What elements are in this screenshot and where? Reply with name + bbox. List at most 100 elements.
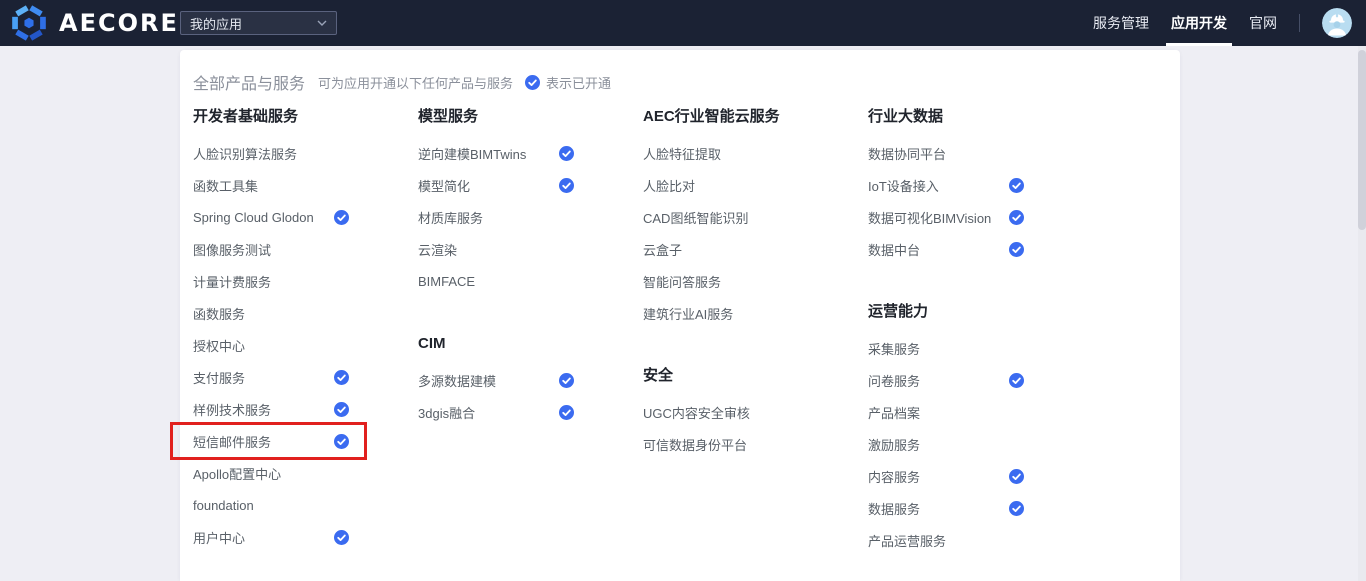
service-item-label: foundation — [193, 498, 254, 513]
service-item[interactable]: 支付服务 — [193, 361, 349, 393]
enabled-check-icon — [559, 178, 574, 193]
brand-logo[interactable]: AECORE — [10, 2, 179, 44]
service-item-label: 3dgis融合 — [418, 403, 475, 422]
enabled-check-icon — [1009, 210, 1024, 225]
service-item-label: 产品运营服务 — [868, 531, 946, 550]
service-item-label: 授权中心 — [193, 336, 245, 355]
service-item[interactable]: IoT设备接入 — [868, 169, 1024, 201]
service-column-3: AEC行业智能云服务人脸特征提取人脸比对CAD图纸智能识别云盒子智能问答服务建筑… — [643, 106, 868, 556]
user-avatar[interactable] — [1322, 8, 1352, 38]
service-item[interactable]: 采集服务 — [868, 332, 1024, 364]
products-panel: 全部产品与服务 可为应用开通以下任何产品与服务 表示已开通 开发者基础服务人脸识… — [180, 50, 1180, 581]
service-item[interactable]: 产品运营服务 — [868, 524, 1024, 556]
service-item[interactable]: foundation — [193, 489, 349, 521]
service-item-label: Spring Cloud Glodon — [193, 210, 314, 225]
service-item-label: 数据中台 — [868, 240, 920, 259]
service-item[interactable]: Apollo配置中心 — [193, 457, 349, 489]
service-column-4: 行业大数据数据协同平台 IoT设备接入数据可视化BIMVision 数据中台运营能力… — [868, 106, 1093, 556]
service-item-label: 问卷服务 — [868, 371, 920, 390]
service-item[interactable]: 内容服务 — [868, 460, 1024, 492]
service-item[interactable]: 图像服务测试 — [193, 233, 349, 265]
enabled-check-icon — [525, 75, 540, 90]
service-item-label: 用户中心 — [193, 528, 245, 547]
enabled-check-icon — [334, 434, 349, 449]
service-item[interactable]: 人脸识别算法服务 — [193, 137, 349, 169]
enabled-check-icon — [1009, 469, 1024, 484]
aecore-logo-icon — [10, 2, 48, 44]
enabled-check-icon — [1009, 501, 1024, 516]
service-columns: 开发者基础服务人脸识别算法服务函数工具集Spring Cloud Glodon图… — [193, 106, 1180, 556]
service-item-label: IoT设备接入 — [868, 176, 939, 195]
service-item[interactable]: 逆向建模BIMTwins — [418, 137, 574, 169]
service-item[interactable]: BIMFACE — [418, 265, 574, 297]
service-item-label: 人脸特征提取 — [643, 144, 721, 163]
service-item[interactable]: 人脸特征提取 — [643, 137, 799, 169]
service-item-label: 短信邮件服务 — [193, 432, 271, 451]
brand-name: AECORE — [59, 9, 179, 37]
service-item[interactable]: 短信邮件服务 — [193, 425, 349, 457]
service-item[interactable]: 智能问答服务 — [643, 265, 799, 297]
service-item[interactable]: 用户中心 — [193, 521, 349, 553]
service-item-label: 函数工具集 — [193, 176, 258, 195]
service-item[interactable]: 产品档案 — [868, 396, 1024, 428]
service-item[interactable]: 云盒子 — [643, 233, 799, 265]
service-column-1: 开发者基础服务人脸识别算法服务函数工具集Spring Cloud Glodon图… — [193, 106, 418, 556]
service-item-label: 计量计费服务 — [193, 272, 271, 291]
enabled-check-icon — [559, 405, 574, 420]
panel-title-row: 全部产品与服务 可为应用开通以下任何产品与服务 表示已开通 — [193, 70, 1180, 94]
nav-link-3[interactable]: 官网 — [1249, 0, 1277, 46]
service-item[interactable]: CAD图纸智能识别 — [643, 201, 799, 233]
service-item-label: 采集服务 — [868, 339, 920, 358]
service-item[interactable]: 激励服务 — [868, 428, 1024, 460]
service-item[interactable]: 函数服务 — [193, 297, 349, 329]
service-item[interactable]: 材质库服务 — [418, 201, 574, 233]
scrollbar-thumb[interactable] — [1358, 50, 1366, 230]
section-title: 模型服务 — [418, 106, 643, 127]
section-title: 行业大数据 — [868, 106, 1093, 127]
nav-link-2[interactable]: 应用开发 — [1171, 0, 1227, 46]
service-item[interactable]: 模型简化 — [418, 169, 574, 201]
service-item[interactable]: 数据服务 — [868, 492, 1024, 524]
service-item[interactable]: UGC内容安全审核 — [643, 396, 799, 428]
service-item-label: 建筑行业AI服务 — [643, 304, 733, 323]
service-item-label: 云渲染 — [418, 240, 457, 259]
service-item[interactable]: 计量计费服务 — [193, 265, 349, 297]
service-item-label: 数据服务 — [868, 499, 920, 518]
service-item-label: 激励服务 — [868, 435, 920, 454]
service-item[interactable]: 可信数据身份平台 — [643, 428, 799, 460]
service-item[interactable]: 数据协同平台 — [868, 137, 1024, 169]
service-item[interactable]: 多源数据建模 — [418, 364, 574, 396]
nav-link-1[interactable]: 服务管理 — [1093, 0, 1149, 46]
service-item-label: 智能问答服务 — [643, 272, 721, 291]
service-item[interactable]: 建筑行业AI服务 — [643, 297, 799, 329]
service-item-label: 图像服务测试 — [193, 240, 271, 259]
header-nav: 服务管理应用开发官网 — [1093, 0, 1352, 46]
service-item[interactable]: 函数工具集 — [193, 169, 349, 201]
app-select-value: 我的应用 — [190, 14, 242, 33]
service-item-label: 逆向建模BIMTwins — [418, 144, 526, 163]
enabled-check-icon — [334, 370, 349, 385]
service-item[interactable]: Spring Cloud Glodon — [193, 201, 349, 233]
service-item[interactable]: 数据中台 — [868, 233, 1024, 265]
top-header: AECORE 我的应用 服务管理应用开发官网 — [0, 0, 1366, 46]
service-item-label: BIMFACE — [418, 274, 475, 289]
service-item-label: 可信数据身份平台 — [643, 435, 747, 454]
service-item-label: Apollo配置中心 — [193, 464, 281, 483]
service-item[interactable]: 云渲染 — [418, 233, 574, 265]
service-section: 模型服务逆向建模BIMTwins 模型简化材质库服务云渲染 BIMFACE — [418, 106, 643, 297]
service-item[interactable]: 3dgis融合 — [418, 396, 574, 428]
app-select-dropdown[interactable]: 我的应用 — [180, 11, 337, 35]
service-item[interactable]: 授权中心 — [193, 329, 349, 361]
service-section: CIM多源数据建模3dgis融合 — [418, 333, 643, 428]
service-item[interactable]: 数据可视化BIMVision — [868, 201, 1024, 233]
service-item-label: 数据协同平台 — [868, 144, 946, 163]
service-item[interactable]: 人脸比对 — [643, 169, 799, 201]
service-item[interactable]: 问卷服务 — [868, 364, 1024, 396]
service-item-label: 材质库服务 — [418, 208, 483, 227]
service-item[interactable]: 样例技术服务 — [193, 393, 349, 425]
service-item-label: 模型简化 — [418, 176, 470, 195]
service-section: 安全UGC内容安全审核可信数据身份平台 — [643, 365, 868, 460]
page-title: 全部产品与服务 — [193, 70, 305, 94]
enabled-check-icon — [1009, 178, 1024, 193]
section-title: 运营能力 — [868, 301, 1093, 322]
